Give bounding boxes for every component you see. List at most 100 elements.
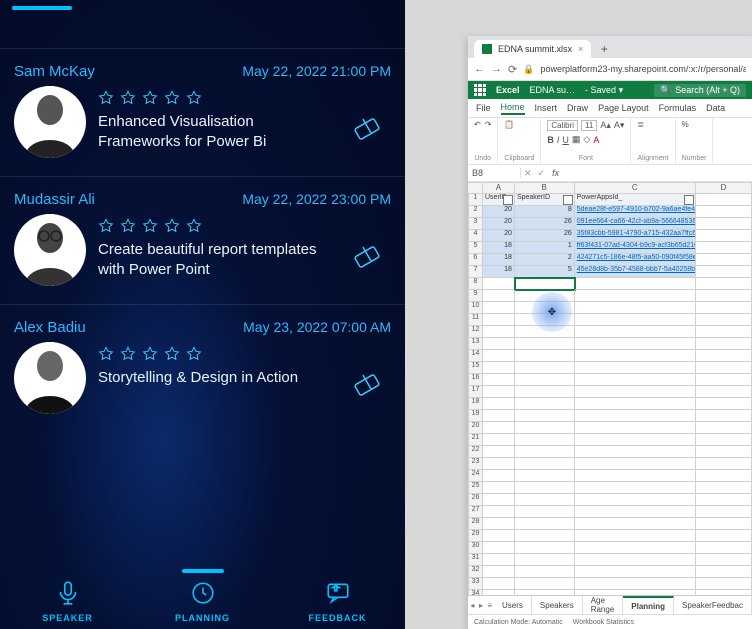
cell[interactable] (483, 578, 515, 590)
row-header[interactable]: 16 (468, 374, 483, 386)
cell[interactable] (696, 194, 752, 206)
table-header-cell[interactable]: UserID (483, 194, 515, 206)
redo-icon[interactable]: ↷ (485, 120, 492, 129)
cell[interactable] (483, 530, 515, 542)
cell[interactable] (515, 350, 575, 362)
session-card[interactable]: Sam McKay May 22, 2022 21:00 PM (0, 48, 405, 176)
cell[interactable]: 091ee664-ca66-42cf-ab9a-56664853604c (575, 218, 696, 230)
cell[interactable] (515, 446, 575, 458)
filter-dropdown-icon[interactable] (563, 195, 573, 205)
cell[interactable] (696, 470, 752, 482)
row-header[interactable]: 12 (468, 326, 483, 338)
row-header[interactable]: 1 (468, 194, 483, 206)
cell[interactable] (696, 422, 752, 434)
sheet-list-icon[interactable]: ≡ (485, 596, 494, 614)
row-header[interactable]: 18 (468, 398, 483, 410)
star-icon[interactable] (186, 90, 202, 106)
cell[interactable]: 18 (483, 266, 515, 278)
star-icon[interactable] (120, 90, 136, 106)
cell[interactable] (483, 410, 515, 422)
forward-icon[interactable]: → (491, 63, 502, 75)
star-icon[interactable] (164, 346, 180, 362)
cell[interactable] (696, 506, 752, 518)
cell[interactable] (515, 362, 575, 374)
nav-tab-speaker[interactable]: SPEAKER (0, 571, 135, 629)
cell[interactable] (515, 554, 575, 566)
excel-save-state[interactable]: - Saved ▾ (585, 85, 623, 96)
row-header[interactable]: 34 (468, 590, 483, 595)
cell[interactable] (696, 242, 752, 254)
row-header[interactable]: 25 (468, 482, 483, 494)
row-header[interactable]: 29 (468, 530, 483, 542)
fill-color-icon[interactable]: ◇ (583, 134, 590, 145)
cell[interactable] (696, 230, 752, 242)
row-header[interactable]: 13 (468, 338, 483, 350)
select-all-corner[interactable] (468, 182, 483, 194)
cell[interactable]: 26 (515, 218, 575, 230)
tell-me-search[interactable]: 🔍 Search (Alt + Q) (654, 84, 746, 97)
accept-formula-icon[interactable]: ✓ (535, 168, 549, 179)
cell[interactable] (696, 578, 752, 590)
row-header[interactable]: 20 (468, 422, 483, 434)
font-name-select[interactable]: Calibri (547, 120, 578, 131)
session-card[interactable]: Alex Badiu May 23, 2022 07:00 AM (0, 304, 405, 432)
cell[interactable] (575, 470, 696, 482)
cell[interactable] (696, 398, 752, 410)
cell[interactable] (696, 266, 752, 278)
sheet-tab[interactable]: Users (494, 596, 532, 614)
cell[interactable] (696, 542, 752, 554)
star-icon[interactable] (98, 90, 114, 106)
cell[interactable]: 20 (483, 218, 515, 230)
star-icon[interactable] (98, 346, 114, 362)
sheet-tab[interactable]: SpeakerFeedbac (674, 596, 752, 614)
address-bar[interactable]: powerplatform23-my.sharepoint.com/:x:/r/… (540, 64, 746, 74)
erase-rating-button[interactable] (351, 109, 385, 143)
name-box[interactable]: B8 (468, 168, 521, 178)
row-header[interactable]: 10 (468, 302, 483, 314)
cell[interactable] (696, 278, 752, 290)
reload-icon[interactable]: ⟳ (508, 63, 517, 76)
column-header[interactable]: A (483, 182, 515, 194)
underline-button[interactable]: U (562, 135, 569, 145)
star-icon[interactable] (142, 218, 158, 234)
cell[interactable]: 8 (515, 206, 575, 218)
ribbon-tab-home[interactable]: Home (501, 102, 525, 115)
row-header[interactable]: 3 (468, 218, 483, 230)
cell[interactable] (575, 482, 696, 494)
cell[interactable] (696, 482, 752, 494)
cell[interactable] (575, 566, 696, 578)
rating-stars[interactable] (98, 90, 391, 106)
table-header-cell[interactable]: PowerAppsId_ (575, 194, 696, 206)
close-tab-icon[interactable]: × (578, 44, 583, 54)
cancel-formula-icon[interactable]: ✕ (521, 168, 535, 179)
cell[interactable] (575, 326, 696, 338)
cell[interactable] (515, 278, 575, 290)
cell[interactable] (575, 578, 696, 590)
cell[interactable]: 18 (483, 242, 515, 254)
cell[interactable] (696, 254, 752, 266)
row-header[interactable]: 26 (468, 494, 483, 506)
row-header[interactable]: 19 (468, 410, 483, 422)
nav-tab-feedback[interactable]: FEEDBACK (270, 571, 405, 629)
cell[interactable] (575, 314, 696, 326)
increase-font-icon[interactable]: A▴ (600, 120, 611, 131)
row-header[interactable]: 7 (468, 266, 483, 278)
cell[interactable] (483, 338, 515, 350)
cell[interactable] (515, 386, 575, 398)
star-icon[interactable] (98, 218, 114, 234)
cell[interactable] (696, 350, 752, 362)
cell[interactable]: 20 (483, 230, 515, 242)
italic-button[interactable]: I (557, 135, 560, 145)
cell[interactable] (483, 278, 515, 290)
decrease-font-icon[interactable]: A▾ (614, 120, 625, 131)
cell[interactable] (515, 290, 575, 302)
row-header[interactable]: 6 (468, 254, 483, 266)
cell[interactable] (575, 542, 696, 554)
cell[interactable] (483, 518, 515, 530)
cell[interactable] (515, 326, 575, 338)
ribbon-tab-file[interactable]: File (476, 103, 491, 113)
cell[interactable]: 26 (515, 230, 575, 242)
row-header[interactable]: 33 (468, 578, 483, 590)
cell[interactable] (575, 434, 696, 446)
row-header[interactable]: 11 (468, 314, 483, 326)
